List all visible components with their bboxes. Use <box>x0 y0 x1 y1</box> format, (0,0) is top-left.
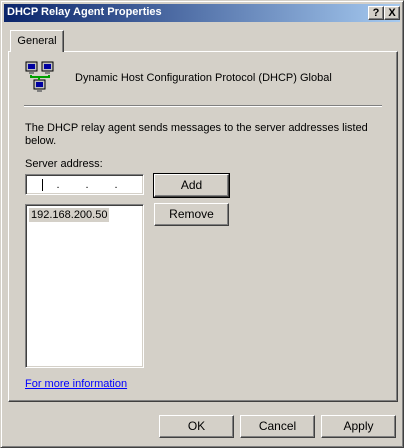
ip-octet-separator: . <box>56 179 60 191</box>
ip-octet-separator: . <box>114 179 118 191</box>
ok-button[interactable]: OK <box>159 415 234 438</box>
tab-general[interactable]: General <box>10 30 64 52</box>
server-list[interactable]: 192.168.200.50 <box>25 204 144 368</box>
separator <box>24 105 382 107</box>
server-address-label: Server address: <box>25 158 103 170</box>
dialog-window: DHCP Relay Agent Properties ? X General … <box>0 0 404 448</box>
remove-button[interactable]: Remove <box>154 203 229 226</box>
window-title: DHCP Relay Agent Properties <box>7 6 162 18</box>
help-button[interactable]: ? <box>368 6 384 20</box>
server-address-input[interactable]: . . . <box>25 174 144 195</box>
apply-button[interactable]: Apply <box>321 415 396 438</box>
add-button[interactable]: Add <box>153 173 230 198</box>
title-bar[interactable]: DHCP Relay Agent Properties ? X <box>4 4 400 22</box>
ip-octet-separator: . <box>85 179 89 191</box>
text-caret <box>42 179 43 191</box>
service-heading: Dynamic Host Configuration Protocol (DHC… <box>75 72 332 84</box>
cancel-button[interactable]: Cancel <box>240 415 315 438</box>
list-item[interactable]: 192.168.200.50 <box>29 208 110 222</box>
close-button[interactable]: X <box>384 6 400 20</box>
more-info-link[interactable]: For more information <box>25 378 127 390</box>
description-text: The DHCP relay agent sends messages to t… <box>25 122 368 147</box>
network-computers-icon <box>25 61 54 92</box>
